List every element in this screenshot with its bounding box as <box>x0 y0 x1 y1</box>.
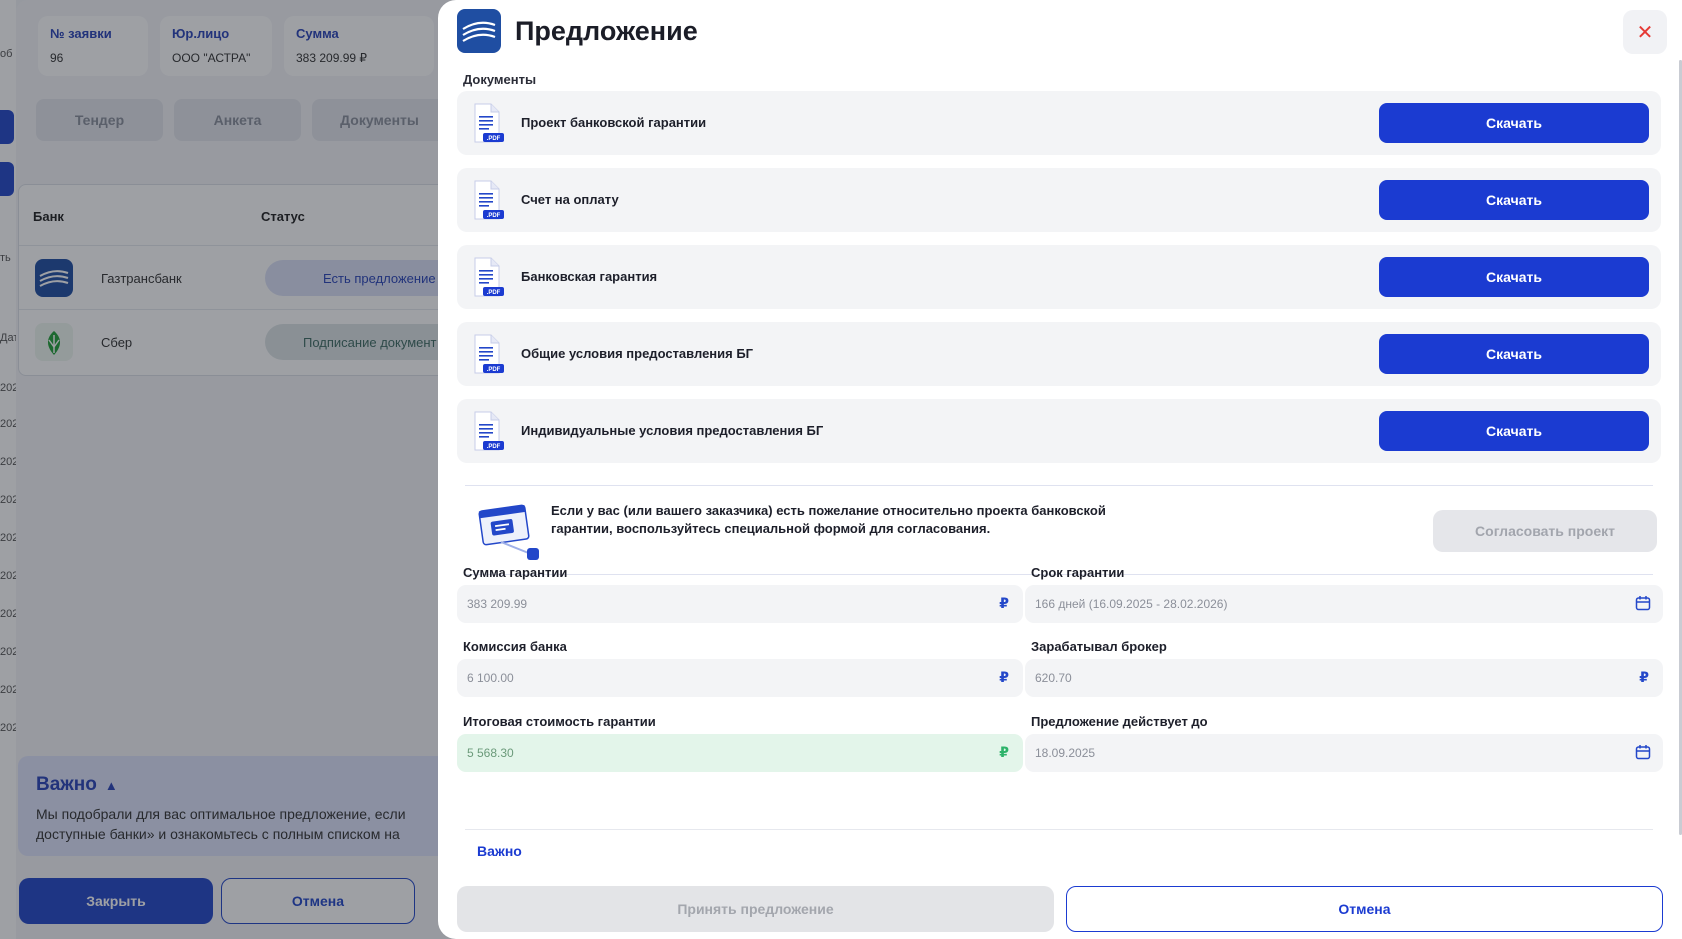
download-button[interactable]: Скачать <box>1379 334 1649 374</box>
accept-offer-button[interactable]: Принять предложение <box>457 886 1054 932</box>
field-label: Комиссия банка <box>463 639 567 654</box>
field-value: 18.09.2025 <box>1035 746 1096 760</box>
document-name: Счет на оплату <box>521 192 619 207</box>
calendar-icon[interactable] <box>1635 595 1651 611</box>
ruble-icon: ₽ <box>1639 669 1649 685</box>
ruble-icon: ₽ <box>999 669 1009 685</box>
cancel-button[interactable]: Отмена <box>1066 886 1663 932</box>
document-row: .PDF Общие условия предоставления БГ Ска… <box>457 322 1661 386</box>
divider <box>465 829 1653 830</box>
guarantee-term-field[interactable]: 166 дней (16.09.2025 - 28.02.2026) <box>1025 585 1663 623</box>
field-value: 6 100.00 <box>467 671 514 685</box>
svg-text:.PDF: .PDF <box>487 213 501 219</box>
modal-title: Предложение <box>515 16 698 46</box>
offer-modal: Предложение ✕ Документы .PDF Проект банк… <box>438 0 1682 939</box>
document-row: .PDF Счет на оплату Скачать <box>457 168 1661 232</box>
agree-project-button[interactable]: Согласовать проект <box>1433 510 1657 552</box>
bank-logo-icon <box>457 9 501 53</box>
field-label: Зарабатывал брокер <box>1031 639 1167 654</box>
field-label: Срок гарантии <box>1031 565 1125 580</box>
calendar-icon[interactable] <box>1635 744 1651 760</box>
valid-until-field[interactable]: 18.09.2025 <box>1025 734 1663 772</box>
ruble-icon: ₽ <box>999 744 1009 760</box>
document-name: Проект банковской гарантии <box>521 115 707 130</box>
project-agreement-hint: Если у вас (или вашего заказчика) есть п… <box>465 485 1657 575</box>
download-button[interactable]: Скачать <box>1379 257 1649 297</box>
field-value: 166 дней (16.09.2025 - 28.02.2026) <box>1035 597 1228 611</box>
document-row: .PDF Банковская гарантия Скачать <box>457 245 1661 309</box>
pdf-file-icon: .PDF <box>474 334 504 374</box>
document-name: Банковская гарантия <box>521 269 658 284</box>
pdf-file-icon: .PDF <box>474 103 504 143</box>
document-name: Индивидуальные условия предоставления БГ <box>521 423 824 438</box>
document-row: .PDF Проект банковской гарантии Скачать <box>457 91 1661 155</box>
svg-text:.PDF: .PDF <box>487 136 501 142</box>
field-label: Сумма гарантии <box>463 565 568 580</box>
broker-earned-field[interactable]: 620.70 ₽ <box>1025 659 1663 697</box>
svg-text:.PDF: .PDF <box>487 367 501 373</box>
close-modal-button[interactable]: ✕ <box>1623 10 1667 54</box>
download-button[interactable]: Скачать <box>1379 180 1649 220</box>
pdf-file-icon: .PDF <box>474 257 504 297</box>
field-value: 5 568.30 <box>467 746 514 760</box>
bank-fee-field[interactable]: 6 100.00 ₽ <box>457 659 1023 697</box>
ruble-icon: ₽ <box>999 595 1009 611</box>
download-button[interactable]: Скачать <box>1379 411 1649 451</box>
important-section-title[interactable]: Важно <box>477 843 522 859</box>
guarantee-sum-field[interactable]: 383 209.99 ₽ <box>457 585 1023 623</box>
svg-text:.PDF: .PDF <box>487 444 501 450</box>
download-button[interactable]: Скачать <box>1379 103 1649 143</box>
field-label: Предложение действует до <box>1031 714 1208 729</box>
hint-text: Если у вас (или вашего заказчика) есть п… <box>551 503 1106 536</box>
documents-section-label: Документы <box>463 72 537 87</box>
pdf-file-icon: .PDF <box>474 411 504 451</box>
svg-text:.PDF: .PDF <box>487 290 501 296</box>
document-name: Общие условия предоставления БГ <box>521 346 754 361</box>
close-icon: ✕ <box>1636 21 1654 44</box>
pdf-file-icon: .PDF <box>474 180 504 220</box>
field-value: 620.70 <box>1035 671 1072 685</box>
document-edit-illustration-icon <box>478 504 539 560</box>
field-label: Итоговая стоимость гарантии <box>463 714 656 729</box>
field-value: 383 209.99 <box>467 597 528 611</box>
document-row: .PDF Индивидуальные условия предоставлен… <box>457 399 1661 463</box>
total-cost-field[interactable]: 5 568.30 ₽ <box>457 734 1023 772</box>
